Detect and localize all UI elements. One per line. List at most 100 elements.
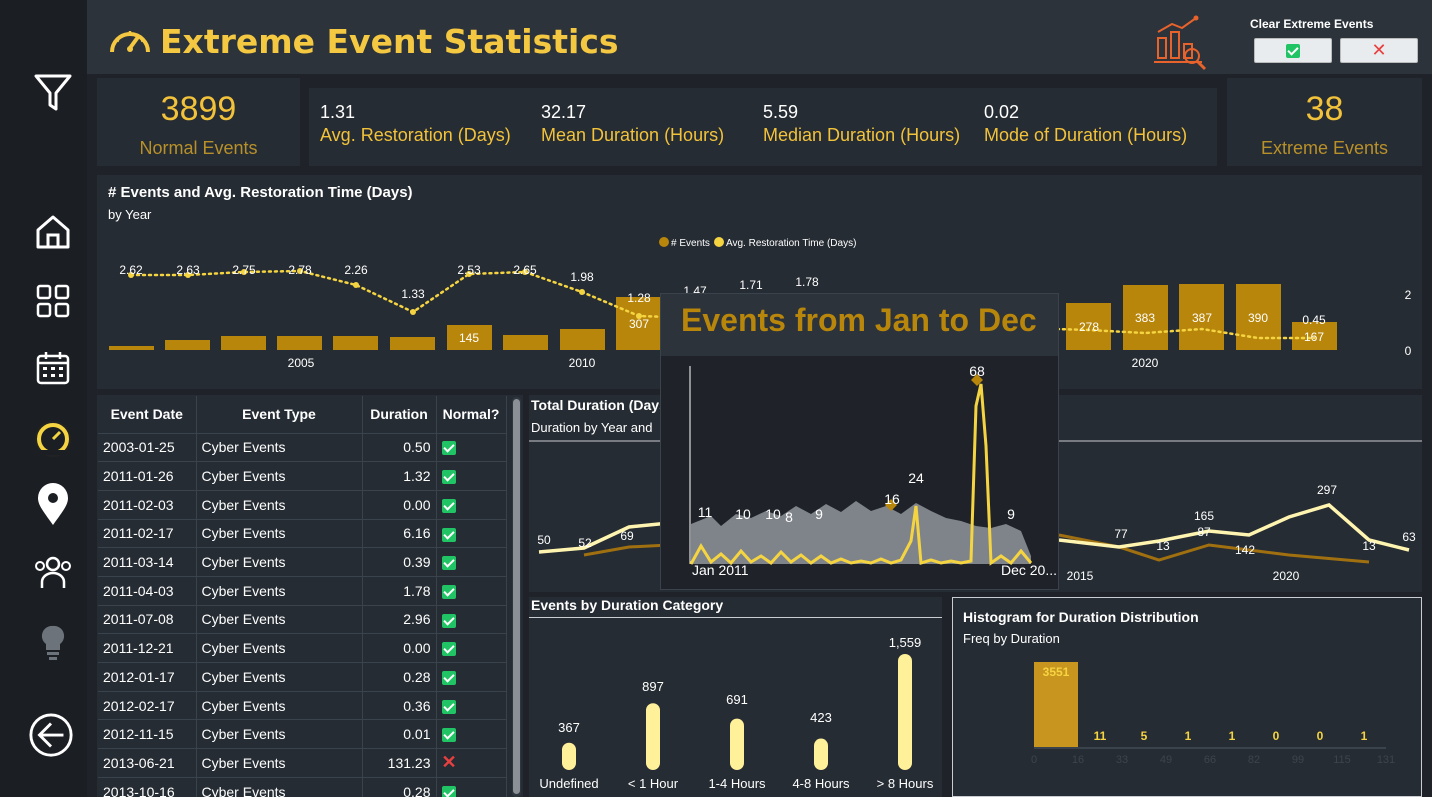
cell-date: 2003-01-25: [98, 433, 197, 463]
table-row[interactable]: 2012-11-15 Cyber Events 0.01: [98, 719, 507, 750]
bar: [560, 329, 605, 350]
y2-tick: 0: [1405, 344, 1412, 358]
line-label: 2.53: [457, 263, 481, 277]
checkmark-icon: [441, 556, 456, 571]
peak-label: 8: [785, 509, 793, 525]
table-row[interactable]: 2011-02-17 Cyber Events 6.16: [98, 519, 507, 549]
table-row[interactable]: 2011-04-03 Cyber Events 1.78: [98, 576, 507, 606]
col-header-normal[interactable]: Normal?: [436, 396, 507, 434]
line-point: [579, 289, 585, 295]
col-header-duration[interactable]: Duration: [362, 396, 437, 434]
cell-date: 2011-02-03: [98, 490, 197, 520]
cell-date: 2011-03-14: [98, 547, 197, 577]
point-label: 13: [1156, 539, 1170, 553]
table-row[interactable]: 2012-01-17 Cyber Events 0.28: [98, 662, 507, 692]
col-header-type[interactable]: Event Type: [196, 396, 363, 434]
scrollbar-thumb[interactable]: [513, 399, 520, 794]
checkmark-icon: [441, 527, 456, 542]
bar: [109, 346, 154, 350]
table-row[interactable]: 2011-12-21 Cyber Events 0.00: [98, 633, 507, 663]
chart-legend: # Events Avg. Restoration Time (Days): [659, 237, 856, 249]
cell-date: 2012-11-15: [98, 719, 197, 750]
line-label: 2.26: [344, 263, 368, 277]
legend-restoration: Avg. Restoration Time (Days): [726, 238, 856, 249]
table-row[interactable]: 2011-07-08 Cyber Events 2.96: [98, 605, 507, 635]
lightbulb-icon[interactable]: [30, 620, 76, 666]
users-icon[interactable]: [30, 549, 76, 595]
bar-value: 423: [810, 710, 832, 725]
cell-type: Cyber Events: [196, 461, 363, 491]
checkmark-icon: [441, 699, 456, 714]
legend-events: # Events: [671, 238, 710, 249]
cell-type: Cyber Events: [196, 633, 363, 663]
histogram-value: 3551: [1043, 665, 1070, 679]
back-arrow-icon[interactable]: [28, 712, 74, 758]
peak-label: 9: [1007, 506, 1015, 522]
cell-duration: 6.16: [362, 519, 437, 549]
category-label: > 8 Hours: [876, 776, 934, 791]
table-row[interactable]: 2011-03-14 Cyber Events 0.39: [98, 547, 507, 577]
bar: [221, 336, 266, 350]
cell-date: 2011-01-26: [98, 461, 197, 491]
tooltip-title: Events from Jan to Dec: [681, 302, 1037, 338]
cell-normal: [436, 777, 507, 797]
histogram-tick: 131: [1377, 754, 1395, 766]
table-row[interactable]: 2011-02-03 Cyber Events 0.00: [98, 490, 507, 520]
histogram-tick: 33: [1116, 754, 1128, 766]
table-row[interactable]: 2013-06-21 Cyber Events 131.23 ✕: [98, 748, 507, 778]
gauge-icon[interactable]: [30, 414, 76, 460]
bar-label: 167: [1304, 330, 1324, 344]
cell-date: 2011-07-08: [98, 605, 197, 635]
peak-label: 10: [765, 506, 781, 522]
cell-normal: [436, 605, 507, 635]
cell-normal: [436, 547, 507, 577]
category-label: Undefined: [539, 776, 599, 791]
histogram-tick: 82: [1248, 754, 1260, 766]
bar-label: 390: [1248, 311, 1268, 325]
cell-duration: 1.78: [362, 576, 437, 606]
table-row[interactable]: 2012-02-17 Cyber Events 0.36: [98, 691, 507, 721]
bar-value: 367: [558, 720, 580, 735]
checkmark-icon: [441, 470, 456, 485]
bar: [333, 336, 378, 350]
line-label: 0.45: [1302, 313, 1326, 327]
cell-duration: 1.32: [362, 461, 437, 491]
cell-type: Cyber Events: [196, 691, 363, 721]
cell-type: Cyber Events: [196, 576, 363, 606]
bar-label: 307: [629, 317, 649, 331]
cell-normal: [436, 433, 507, 463]
point-label: 87: [1197, 525, 1211, 539]
cell-type: Cyber Events: [196, 433, 363, 463]
cell-type: Cyber Events: [196, 490, 363, 520]
point-label: 165: [1194, 509, 1214, 523]
cell-duration: 0.00: [362, 633, 437, 663]
cell-date: 2013-10-16: [98, 777, 197, 797]
histogram-value: 1: [1185, 729, 1192, 743]
cross-icon: ✕: [441, 752, 457, 773]
table-row[interactable]: 2013-10-16 Cyber Events 0.28: [98, 777, 507, 797]
x-tick: 2015: [1067, 569, 1094, 583]
checkmark-icon: [441, 584, 456, 599]
bar-label: 387: [1192, 311, 1212, 325]
bar: [165, 340, 210, 350]
cell-type: Cyber Events: [196, 777, 363, 797]
bar-value: 1,559: [888, 635, 922, 650]
table-scrollbar[interactable]: [512, 397, 521, 797]
histogram-value: 1: [1229, 729, 1236, 743]
line-label: 1.78: [795, 275, 819, 289]
checkmark-icon: [441, 670, 456, 685]
map-pin-icon[interactable]: [30, 482, 76, 528]
table-row[interactable]: 2011-01-26 Cyber Events 1.32: [98, 461, 507, 491]
table-row[interactable]: 2003-01-25 Cyber Events 0.50: [98, 433, 507, 463]
cell-duration: 131.23: [362, 748, 437, 778]
line-label: 2.78: [288, 263, 312, 277]
cell-date: 2011-04-03: [98, 576, 197, 606]
cell-normal: [436, 576, 507, 606]
peak-label: 16: [884, 491, 900, 507]
cell-type: Cyber Events: [196, 662, 363, 692]
events-table: Event Date Event Type Duration Normal? 2…: [98, 396, 507, 797]
col-header-date[interactable]: Event Date: [98, 396, 197, 434]
cell-normal: [436, 691, 507, 721]
cell-normal: [436, 490, 507, 520]
cell-duration: 0.39: [362, 547, 437, 577]
